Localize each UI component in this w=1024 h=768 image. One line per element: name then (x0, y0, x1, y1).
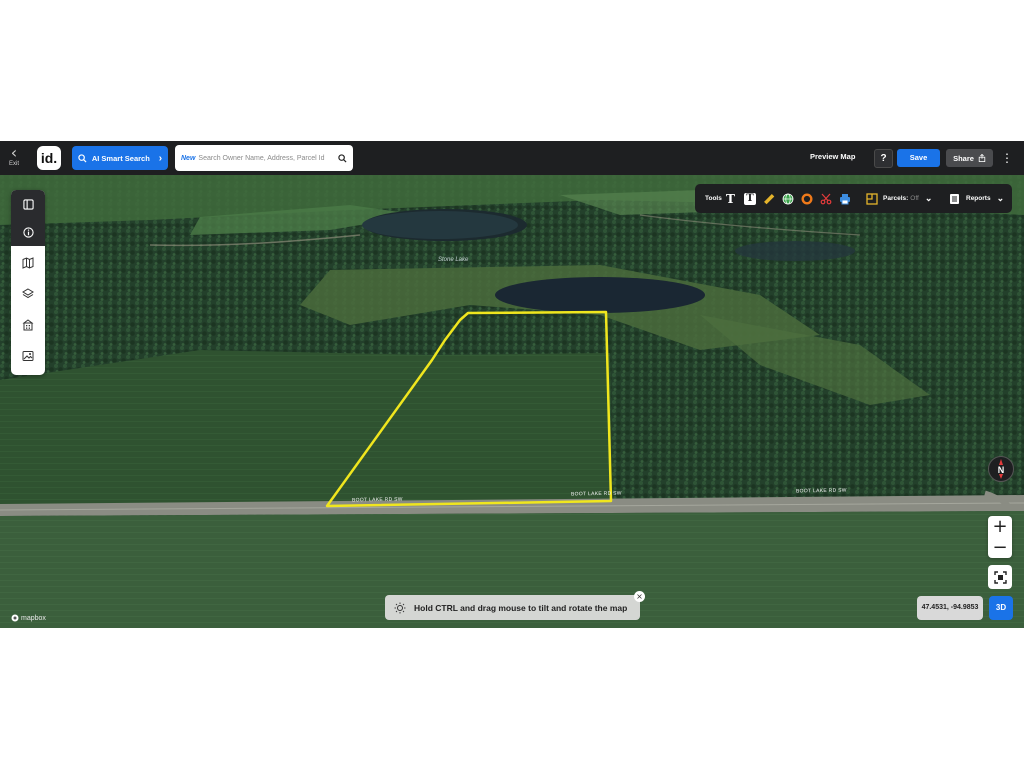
text-box-tool[interactable]: T (744, 184, 756, 213)
share-label: Share (953, 153, 974, 163)
search-icon[interactable] (331, 153, 353, 163)
ai-smart-search-button[interactable]: AI Smart Search › (72, 146, 168, 170)
search-placeholder: Search Owner Name, Address, Parcel Id (198, 154, 325, 162)
map-app: ‹ Exit id. AI Smart Search › New Search … (0, 141, 1024, 628)
3d-toggle-button[interactable]: 3D (989, 596, 1013, 620)
chevron-down-icon: ⌄ (924, 193, 933, 203)
hint-text: Hold CTRL and drag mouse to tilt and rot… (414, 602, 628, 613)
mapbox-logo-icon (11, 614, 19, 622)
share-button[interactable]: Share (946, 149, 993, 167)
coordinates-readout: 47.4531, -94.9853 (917, 596, 983, 620)
circle-tool[interactable] (801, 184, 813, 213)
text-icon: T (726, 191, 735, 206)
mapbox-label: mapbox (21, 614, 46, 622)
search-icon (78, 153, 87, 163)
globe-icon (782, 193, 794, 204)
scissors-tool[interactable] (820, 184, 832, 213)
reports-dropdown[interactable]: Reports ⌄ (949, 184, 1004, 213)
info-button[interactable] (11, 218, 45, 246)
globe-tool[interactable] (782, 184, 794, 213)
satellite-map[interactable]: Stone Lake BOOT LAKE RD SW BOOT LAKE RD … (0, 175, 1024, 628)
scissors-icon (820, 193, 832, 204)
chevron-right-icon: › (158, 152, 163, 164)
buildings-button[interactable] (11, 311, 45, 339)
text-tool[interactable]: T (726, 184, 735, 213)
chevron-down-icon: ⌄ (996, 193, 1005, 203)
circle-icon (801, 192, 813, 205)
close-icon[interactable]: × (634, 591, 645, 602)
top-bar: ‹ Exit id. AI Smart Search › New Search … (0, 141, 1024, 175)
lightbulb-icon (394, 602, 406, 613)
mapbox-attribution[interactable]: mapbox (11, 614, 46, 622)
map-style-button[interactable] (11, 249, 45, 277)
layers-button[interactable] (11, 280, 45, 308)
panel-toggle-button[interactable] (11, 190, 45, 218)
parcels-toggle[interactable]: Parcels: Off ⌄ (866, 184, 932, 213)
zoom-out-button[interactable]: − (988, 537, 1012, 558)
layers-icon (22, 288, 34, 299)
save-button[interactable]: Save (897, 149, 940, 167)
compass-button[interactable]: N (988, 456, 1014, 482)
tools-bar: Tools T T Parcels: Off ⌄ Reports ⌄ (695, 184, 1012, 213)
compass-icon: N (998, 459, 1005, 479)
help-button[interactable]: ? (874, 149, 893, 168)
info-icon (22, 226, 34, 238)
compass-label: N (998, 465, 1005, 475)
print-tool[interactable] (839, 184, 851, 213)
report-icon (950, 193, 959, 204)
share-icon (978, 154, 986, 162)
buildings-icon (22, 319, 34, 331)
image-button[interactable] (11, 342, 45, 370)
tools-label: Tools (705, 195, 722, 202)
ruler-icon (764, 193, 775, 204)
reports-label: Reports (966, 195, 991, 202)
zoom-in-button[interactable]: + (988, 516, 1012, 537)
map-icon (22, 257, 34, 269)
new-badge: New (181, 154, 196, 162)
parcels-label: Parcels: (883, 195, 909, 202)
ai-smart-search-label: AI Smart Search (91, 153, 150, 163)
left-toolbar (11, 190, 45, 375)
chevron-left-icon: ‹ (10, 143, 18, 162)
ruler-tool[interactable] (763, 184, 775, 213)
panel-icon (22, 198, 34, 210)
print-icon (840, 193, 850, 204)
focus-icon (993, 570, 1007, 584)
more-menu-icon[interactable]: ⋮ (1001, 150, 1013, 166)
parcels-state: Off (910, 195, 919, 202)
parcel-icon (866, 192, 878, 205)
search-input[interactable]: New Search Owner Name, Address, Parcel I… (175, 145, 353, 171)
zoom-control: + − (988, 516, 1012, 558)
lake-label: Stone Lake (438, 257, 469, 263)
map-imagery (0, 175, 1024, 628)
tilt-hint: Hold CTRL and drag mouse to tilt and rot… (385, 595, 640, 620)
text-box-icon: T (744, 192, 756, 205)
road-label: BOOT LAKE RD SW (351, 496, 403, 504)
app-logo[interactable]: id. (37, 146, 61, 170)
fit-bounds-button[interactable] (988, 565, 1012, 589)
exit-label: Exit (8, 161, 19, 167)
image-icon (22, 351, 34, 361)
exit-button[interactable]: ‹ Exit (4, 143, 24, 172)
road-label: BOOT LAKE RD SW (570, 490, 622, 498)
preview-map-button[interactable]: Preview Map (810, 152, 855, 161)
road-label: BOOT LAKE RD SW (795, 487, 847, 495)
